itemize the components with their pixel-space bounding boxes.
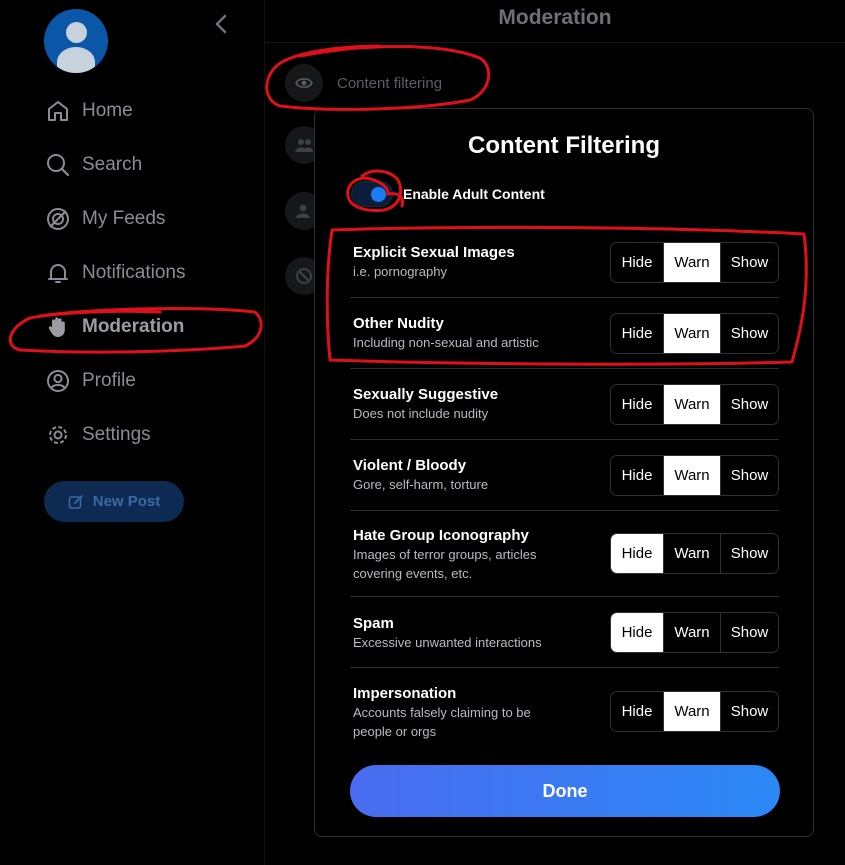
eye-icon [285,64,323,102]
sidebar-item-settings[interactable]: Settings [44,417,151,453]
pref-description: Excessive unwanted interactions [353,635,542,650]
pref-row: Impersonation Accounts falsely claiming … [350,668,779,750]
pref-description: Images of terror groups, articles coveri… [353,547,537,581]
sidebar-item-home[interactable]: Home [44,93,133,129]
option-show[interactable]: Show [721,456,778,495]
option-hide[interactable]: Hide [611,243,664,282]
pref-row: Explicit Sexual Images i.e. pornography … [350,227,779,298]
option-hide[interactable]: Hide [611,692,664,731]
option-show[interactable]: Show [721,613,778,652]
pref-row: Sexually Suggestive Does not include nud… [350,369,779,440]
sidebar-item-my-feeds[interactable]: My Feeds [44,201,165,237]
option-warn[interactable]: Warn [664,314,721,353]
toggle-track[interactable] [351,181,393,207]
filter-segmented-control: Hide Warn Show [610,455,779,496]
pref-row: Other Nudity Including non-sexual and ar… [350,298,779,369]
option-warn[interactable]: Warn [664,534,721,573]
sidebar-item-label: Settings [82,424,151,445]
page-title: Moderation [498,6,612,29]
pref-title: Hate Group Iconography [353,527,529,544]
option-warn[interactable]: Warn [664,385,721,424]
avatar[interactable] [44,9,108,73]
done-button[interactable]: Done [350,765,780,817]
filter-segmented-control: Hide Warn Show [610,242,779,283]
sidebar: Home Search My Feeds Notifications Moder… [0,0,264,865]
option-show[interactable]: Show [721,534,778,573]
feeds-icon [44,205,72,233]
filter-segmented-control: Hide Warn Show [610,612,779,653]
option-hide[interactable]: Hide [611,314,664,353]
pref-description: Accounts falsely claiming to be people o… [353,705,531,739]
avatar-head [66,22,87,43]
pref-row: Spam Excessive unwanted interactions Hid… [350,597,779,668]
filter-segmented-control: Hide Warn Show [610,313,779,354]
sidebar-item-label: Moderation [82,316,185,337]
option-warn[interactable]: Warn [664,456,721,495]
pref-row: Violent / Bloody Gore, self-harm, tortur… [350,440,779,511]
content-filtering-modal: Content Filtering Enable Adult Content E… [314,108,814,837]
sidebar-item-label: Search [82,154,143,175]
gear-icon [44,421,72,449]
option-show[interactable]: Show [721,314,778,353]
pref-title: Other Nudity [353,315,444,332]
pref-title: Sexually Suggestive [353,386,499,403]
pref-title: Explicit Sexual Images [353,244,515,261]
filter-segmented-control: Hide Warn Show [610,533,779,574]
option-show[interactable]: Show [721,692,778,731]
sidebar-item-label: Notifications [82,262,186,283]
back-button[interactable] [208,10,236,38]
pref-title: Impersonation [353,685,457,702]
chevron-left-icon [215,14,227,34]
pref-description: i.e. pornography [353,264,447,279]
option-show[interactable]: Show [721,385,778,424]
sidebar-item-label: My Feeds [82,208,166,229]
pref-row: Hate Group Iconography Images of terror … [350,511,779,597]
sidebar-item-notifications[interactable]: Notifications [44,255,186,291]
option-hide[interactable]: Hide [611,456,664,495]
sidebar-item-profile[interactable]: Profile [44,363,136,399]
new-post-label: New Post [92,493,161,510]
hand-icon [44,313,72,341]
row-content-filtering[interactable]: Content filtering [285,64,442,102]
pref-description: Does not include nudity [353,406,489,421]
toggle-label: Enable Adult Content [403,186,545,202]
header-divider [265,42,845,43]
avatar-body [57,47,95,73]
pref-description: Gore, self-harm, torture [353,477,489,492]
compose-icon [68,494,83,509]
pref-description: Including non-sexual and artistic [353,335,539,350]
option-show[interactable]: Show [721,243,778,282]
home-icon [44,97,72,125]
filter-segmented-control: Hide Warn Show [610,691,779,732]
sidebar-item-label: Home [82,100,133,121]
option-hide[interactable]: Hide [611,534,664,573]
modal-title: Content Filtering [468,132,660,159]
option-hide[interactable]: Hide [611,385,664,424]
enable-adult-content-toggle[interactable]: Enable Adult Content [351,181,545,207]
new-post-button[interactable]: New Post [44,481,184,522]
row-label: Content filtering [337,74,443,92]
option-warn[interactable]: Warn [664,243,721,282]
sidebar-item-label: Profile [82,370,136,391]
sidebar-item-search[interactable]: Search [44,147,142,183]
pref-title: Violent / Bloody [353,457,467,474]
sidebar-item-moderation[interactable]: Moderation [44,309,184,345]
option-hide[interactable]: Hide [611,613,664,652]
option-warn[interactable]: Warn [664,692,721,731]
option-warn[interactable]: Warn [664,613,721,652]
search-icon [44,151,72,179]
filter-segmented-control: Hide Warn Show [610,384,779,425]
bell-icon [44,259,72,287]
profile-icon [44,367,72,395]
toggle-knob [371,187,386,202]
pref-title: Spam [353,615,394,632]
